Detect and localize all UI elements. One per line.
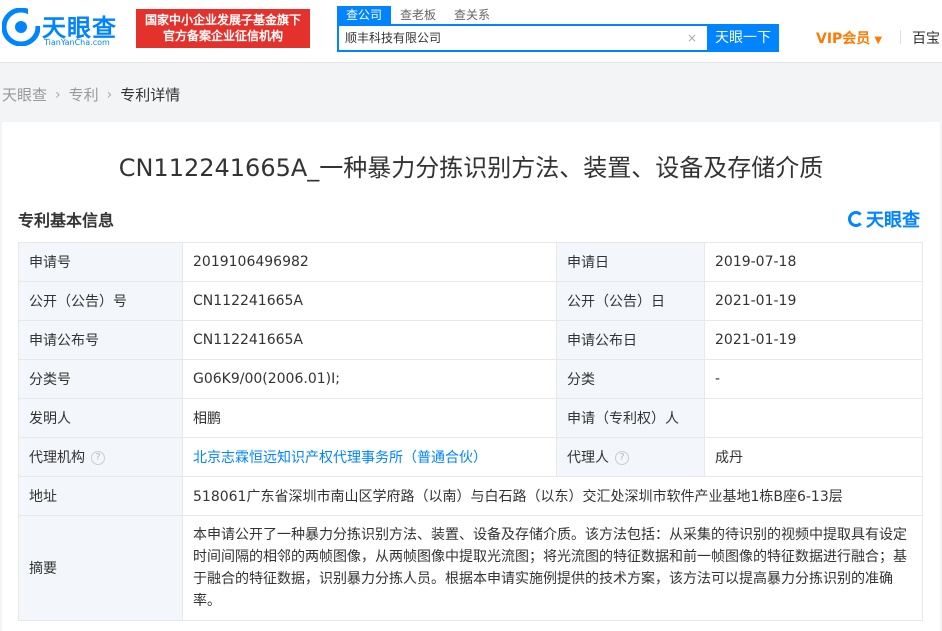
top-header: 天眼查 TianYanCha.com 国家中小企业发展子基金旗下 官方备案企业征… bbox=[0, 0, 942, 63]
cell-value: 2021-01-19 bbox=[704, 281, 923, 321]
watermark-logo: 天眼查 bbox=[848, 206, 920, 232]
cell-label: 摘要 bbox=[18, 515, 183, 621]
breadcrumb: 天眼查 › 专利 › 专利详情 bbox=[2, 84, 180, 105]
cell-label: 申请号 bbox=[18, 242, 183, 282]
table-row: 代理机构? 北京志霖恒远知识产权代理事务所（普通合伙） 代理人? 成丹 bbox=[18, 437, 923, 477]
cell-label: 申请公布日 bbox=[556, 320, 705, 360]
cell-label: 代理人 bbox=[567, 450, 609, 466]
logo-eye-icon bbox=[848, 211, 864, 227]
patent-info-table: 申请号 2019106496982 申请日 2019-07-18 公开（公告）号… bbox=[18, 242, 923, 621]
search-input[interactable] bbox=[345, 26, 685, 50]
table-row: 申请公布号 CN112241665A 申请公布日 2021-01-19 bbox=[18, 320, 923, 360]
search-box: × 天眼一下 bbox=[337, 24, 779, 52]
tab-search-company[interactable]: 查公司 bbox=[337, 6, 392, 24]
baibao-menu[interactable]: 百宝 bbox=[912, 28, 940, 48]
cell-value: 相鹏 bbox=[182, 398, 557, 438]
table-row: 公开（公告）号 CN112241665A 公开（公告）日 2021-01-19 bbox=[18, 281, 923, 321]
cell-label: 申请日 bbox=[556, 242, 705, 282]
vip-member-menu[interactable]: VIP会员 ▼ bbox=[816, 28, 882, 48]
cell-value: G06K9/00(2006.01)I; bbox=[182, 359, 557, 399]
tab-search-boss[interactable]: 查老板 bbox=[391, 6, 445, 24]
tianyancha-logo[interactable]: 天眼查 TianYanCha.com bbox=[2, 6, 130, 50]
address-value: 518061广东省深圳市南山区学府路（以南）与白石路（以东）交汇处深圳市软件产业… bbox=[182, 476, 923, 516]
cell-label: 申请（专利权）人 bbox=[556, 398, 705, 438]
logo-subtext: TianYanCha.com bbox=[44, 38, 110, 47]
cell-label: 公开（公告）号 bbox=[18, 281, 183, 321]
breadcrumb-current: 专利详情 bbox=[120, 86, 181, 104]
chevron-right-icon: › bbox=[55, 86, 61, 103]
logo-eye-icon bbox=[2, 8, 40, 46]
cell-label: 申请公布号 bbox=[18, 320, 183, 360]
table-row: 发明人 相鹏 申请（专利权）人 bbox=[18, 398, 923, 438]
search-tabs: 查公司 查老板 查关系 bbox=[337, 6, 499, 24]
help-icon[interactable]: ? bbox=[91, 451, 105, 465]
cell-value: 2019-07-18 bbox=[704, 242, 923, 282]
cell-value: 成丹 bbox=[704, 437, 923, 477]
cell-label: 代理机构 bbox=[29, 450, 85, 466]
tab-search-relation[interactable]: 查关系 bbox=[445, 6, 499, 24]
cell-label-with-help: 代理人? bbox=[556, 437, 705, 477]
search-button[interactable]: 天眼一下 bbox=[707, 24, 779, 52]
cell-value: 2021-01-19 bbox=[704, 320, 923, 360]
cell-label: 公开（公告）日 bbox=[556, 281, 705, 321]
table-row: 摘要 本申请公开了一种暴力分拣识别方法、装置、设备及存储介质。该方法包括：从采集… bbox=[18, 515, 923, 621]
cell-value: 北京志霖恒远知识产权代理事务所（普通合伙） bbox=[182, 437, 557, 477]
cell-label-with-help: 代理机构? bbox=[18, 437, 183, 477]
cell-label: 分类 bbox=[556, 359, 705, 399]
patent-title: CN112241665A_一种暴力分拣识别方法、装置、设备及存储介质 bbox=[118, 154, 824, 182]
breadcrumb-home[interactable]: 天眼查 bbox=[2, 84, 47, 105]
vip-label: VIP会员 bbox=[816, 31, 871, 47]
chevron-down-icon: ▼ bbox=[874, 35, 883, 46]
official-banner: 国家中小企业发展子基金旗下 官方备案企业征信机构 bbox=[136, 9, 310, 48]
patent-card: CN112241665A_一种暴力分拣识别方法、装置、设备及存储介质 专利基本信… bbox=[2, 122, 940, 631]
cell-label: 分类号 bbox=[18, 359, 183, 399]
cell-value: CN112241665A bbox=[182, 281, 557, 321]
cell-value: - bbox=[704, 359, 923, 399]
cell-label: 地址 bbox=[18, 476, 183, 516]
chevron-right-icon: › bbox=[106, 86, 113, 103]
cell-value: 2019106496982 bbox=[182, 242, 557, 282]
cell-label: 发明人 bbox=[18, 398, 183, 438]
watermark-text: 天眼查 bbox=[866, 210, 920, 231]
agency-link[interactable]: 北京志霖恒远知识产权代理事务所（普通合伙） bbox=[193, 450, 487, 466]
section-title: 专利基本信息 bbox=[18, 211, 115, 230]
abstract-value: 本申请公开了一种暴力分拣识别方法、装置、设备及存储介质。该方法包括：从采集的待识… bbox=[182, 515, 923, 621]
banner-line-1: 国家中小企业发展子基金旗下 bbox=[144, 13, 301, 27]
table-row: 申请号 2019106496982 申请日 2019-07-18 bbox=[18, 242, 923, 282]
table-row: 地址 518061广东省深圳市南山区学府路（以南）与白石路（以东）交汇处深圳市软… bbox=[18, 476, 923, 516]
breadcrumb-patent[interactable]: 专利 bbox=[69, 84, 99, 105]
table-row: 分类号 G06K9/00(2006.01)I; 分类 - bbox=[18, 359, 923, 399]
banner-line-2: 官方备案企业征信机构 bbox=[162, 29, 283, 43]
cell-value: CN112241665A bbox=[182, 320, 557, 360]
cell-value bbox=[704, 398, 923, 438]
clear-icon[interactable]: × bbox=[685, 31, 699, 45]
header-divider bbox=[900, 30, 901, 44]
help-icon[interactable]: ? bbox=[615, 451, 629, 465]
